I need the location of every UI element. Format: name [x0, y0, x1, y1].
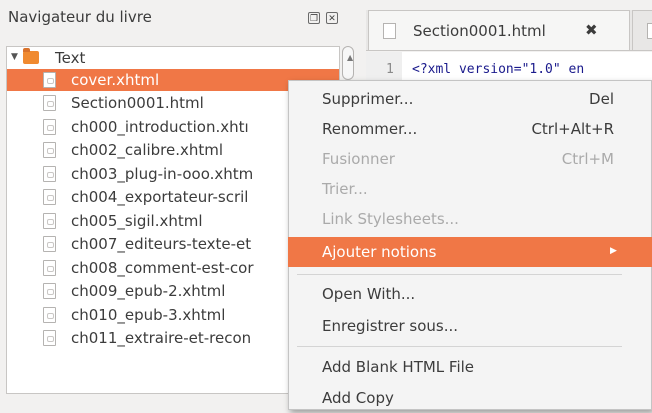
- menu-item-supprimer[interactable]: Supprimer... Del: [289, 84, 628, 114]
- menu-item-open-with[interactable]: Open With...: [289, 279, 628, 309]
- file-label: ch003_plug-in-ooo.xhtm: [71, 165, 254, 183]
- file-label: ch004_exportateur-scril: [71, 188, 249, 206]
- file-icon: [43, 307, 56, 323]
- context-menu: Supprimer... Del Renommer... Ctrl+Alt+R …: [288, 80, 652, 410]
- file-label: Section0001.html: [71, 94, 204, 112]
- tab-bar: Section0001.html ✖: [366, 10, 652, 51]
- file-label: ch007_editeurs-texte-et: [71, 235, 252, 253]
- menu-item-label: Trier...: [322, 180, 368, 198]
- menu-item-label: Add Copy: [322, 389, 394, 407]
- file-label: ch005_sigil.xhtml: [71, 212, 203, 230]
- file-icon: [43, 166, 56, 182]
- expand-arrow-icon[interactable]: ▼: [11, 52, 18, 62]
- file-label: ch002_calibre.xhtml: [71, 141, 224, 159]
- file-label: ch011_extraire-et-recon: [71, 329, 252, 347]
- file-icon: [43, 236, 56, 252]
- file-icon: [43, 95, 56, 111]
- folder-icon: [23, 48, 39, 64]
- menu-item-label: Add Blank HTML File: [322, 358, 475, 376]
- menu-item-link-stylesheets[interactable]: Link Stylesheets...: [289, 204, 628, 234]
- file-icon: [43, 283, 56, 299]
- tab-label: Section0001.html: [413, 22, 546, 40]
- file-icon: [43, 119, 56, 135]
- menu-item-renommer[interactable]: Renommer... Ctrl+Alt+R: [289, 114, 628, 144]
- tab-section0001[interactable]: Section0001.html ✖: [368, 10, 630, 50]
- folder-label: Text: [55, 49, 86, 67]
- menu-item-label: Renommer...: [322, 120, 418, 138]
- tab-next[interactable]: [632, 10, 652, 50]
- file-icon: [43, 330, 56, 346]
- file-label: ch008_comment-est-cor: [71, 259, 254, 277]
- menu-separator: [297, 346, 622, 347]
- file-label: ch000_introduction.xhtı: [71, 118, 249, 136]
- file-label: cover.xhtml: [71, 71, 160, 89]
- close-tab-icon[interactable]: ✖: [585, 21, 598, 39]
- menu-item-label: Link Stylesheets...: [322, 210, 459, 228]
- menu-item-shortcut: Ctrl+Alt+R: [531, 120, 614, 138]
- close-icon[interactable]: ✕: [326, 12, 338, 24]
- chevron-up-icon: ▲: [347, 53, 354, 62]
- scroll-up-button[interactable]: ▲: [342, 46, 354, 80]
- menu-separator: [297, 274, 622, 275]
- menu-item-add-blank-html[interactable]: Add Blank HTML File: [289, 352, 628, 382]
- panel-header: Navigateur du livre ❐ ✕: [0, 0, 362, 34]
- menu-item-ajouter-notions[interactable]: Ajouter notions ▶: [288, 237, 652, 267]
- menu-item-label: Enregistrer sous...: [322, 317, 459, 335]
- file-icon: [43, 260, 56, 276]
- menu-item-shortcut: Del: [589, 90, 614, 108]
- code-line: <?xml version="1.0" en: [412, 62, 585, 77]
- menu-item-label: Ajouter notions: [322, 243, 437, 261]
- file-icon: [43, 142, 56, 158]
- submenu-arrow-icon: ▶: [610, 246, 617, 256]
- menu-item-add-copy[interactable]: Add Copy: [289, 383, 628, 413]
- menu-item-label: Open With...: [322, 285, 416, 303]
- menu-item-trier[interactable]: Trier...: [289, 174, 628, 204]
- menu-item-label: Fusionner: [322, 150, 395, 168]
- folder-text[interactable]: ▼ Text: [7, 47, 339, 69]
- file-icon: [647, 23, 652, 39]
- menu-item-shortcut: Ctrl+M: [561, 150, 614, 168]
- menu-item-label: Supprimer...: [322, 90, 414, 108]
- file-label: ch009_epub-2.xhtml: [71, 282, 226, 300]
- file-label: ch010_epub-3.xhtml: [71, 306, 226, 324]
- file-icon: [43, 72, 56, 88]
- file-icon: [383, 23, 396, 39]
- file-icon: [43, 189, 56, 205]
- menu-item-fusionner[interactable]: Fusionner Ctrl+M: [289, 144, 628, 174]
- file-icon: [43, 213, 56, 229]
- float-icon[interactable]: ❐: [308, 12, 320, 24]
- line-number: 1: [386, 62, 394, 77]
- panel-title: Navigateur du livre: [8, 8, 152, 26]
- menu-item-enregistrer-sous[interactable]: Enregistrer sous...: [289, 311, 628, 341]
